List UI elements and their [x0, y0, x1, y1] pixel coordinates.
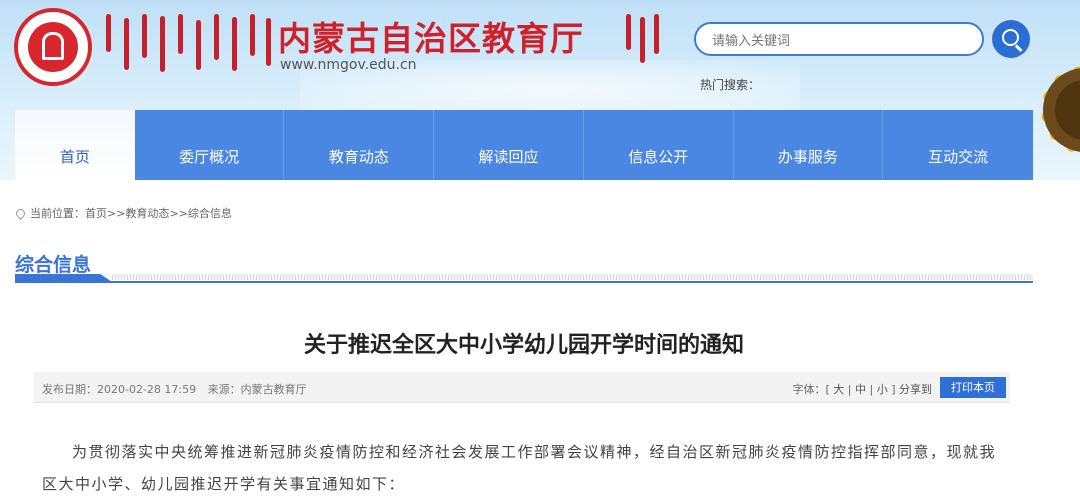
nav-item-services[interactable]: 办事服务 [733, 110, 884, 180]
font-size-medium-link[interactable]: 中 [855, 383, 866, 396]
font-size-controls: 字体：[ 大 | 中 | 小 ] 分享到 [792, 381, 932, 397]
font-size-large-link[interactable]: 大 [833, 383, 844, 396]
main-nav: 首页 委厅概况 教育动态 解读回应 信息公开 办事服务 互动交流 [15, 110, 1033, 180]
breadcrumb-separator: >> [169, 206, 188, 220]
article-paragraph: 为贯彻落实中央统筹推进新冠肺炎疫情防控和经济社会发展工作部署会议精神，经自治区新… [42, 443, 997, 493]
section-divider-stripe [112, 274, 1033, 280]
site-title: 内蒙古自治区教育厅 [278, 19, 584, 58]
breadcrumb-home-link[interactable]: 首页 [85, 205, 107, 221]
font-size-separator: | [847, 383, 852, 396]
font-size-small-link[interactable]: 小 [877, 383, 888, 396]
font-size-bracket-close: ] [891, 383, 896, 396]
article-title: 关于推迟全区大中小学幼儿园开学时间的通知 [303, 333, 744, 358]
education-emblem-logo[interactable] [14, 8, 92, 86]
mongolian-script-logo-2 [622, 14, 662, 74]
section-divider-line [15, 281, 1033, 283]
mongolian-script-logo [102, 14, 272, 74]
nav-item-interaction[interactable]: 互动交流 [883, 110, 1033, 180]
article-meta-bar: 发布日期：2020-02-28 17:59 来源：内蒙古教育厅 字体：[ 大 |… [34, 372, 1010, 403]
nav-item-home[interactable]: 首页 [15, 110, 135, 180]
article-meta-info: 发布日期：2020-02-28 17:59 来源：内蒙古教育厅 [42, 381, 315, 397]
breadcrumb: 当前位置： 首页 >> 教育动态 >> 综合信息 [14, 205, 232, 221]
breadcrumb-separator: >> [107, 206, 126, 220]
hot-search-label: 热门搜索： [700, 78, 761, 92]
print-button[interactable]: 打印本页 [940, 377, 1006, 398]
emblem-center [28, 22, 78, 72]
nav-item-education-news[interactable]: 教育动态 [284, 110, 435, 180]
nav-item-interpretation[interactable]: 解读回应 [434, 110, 584, 180]
font-size-separator: | [869, 383, 874, 396]
nav-item-about[interactable]: 委厅概况 [134, 110, 285, 180]
site-url: www.nmgov.edu.cn [280, 57, 417, 73]
font-size-label: 字体：[ [792, 383, 830, 396]
article-source: 来源：内蒙古教育厅 [207, 383, 307, 396]
breadcrumb-education-news-link[interactable]: 教育动态 [125, 205, 169, 221]
location-pin-icon [14, 206, 27, 220]
breadcrumb-current[interactable]: 综合信息 [188, 205, 232, 221]
publish-date: 发布日期：2020-02-28 17:59 [42, 383, 197, 396]
nav-item-info-disclosure[interactable]: 信息公开 [583, 110, 734, 180]
share-link[interactable]: 分享到 [899, 383, 932, 396]
breadcrumb-prefix: 当前位置： [30, 207, 85, 220]
section-title: 综合信息 [15, 254, 92, 276]
